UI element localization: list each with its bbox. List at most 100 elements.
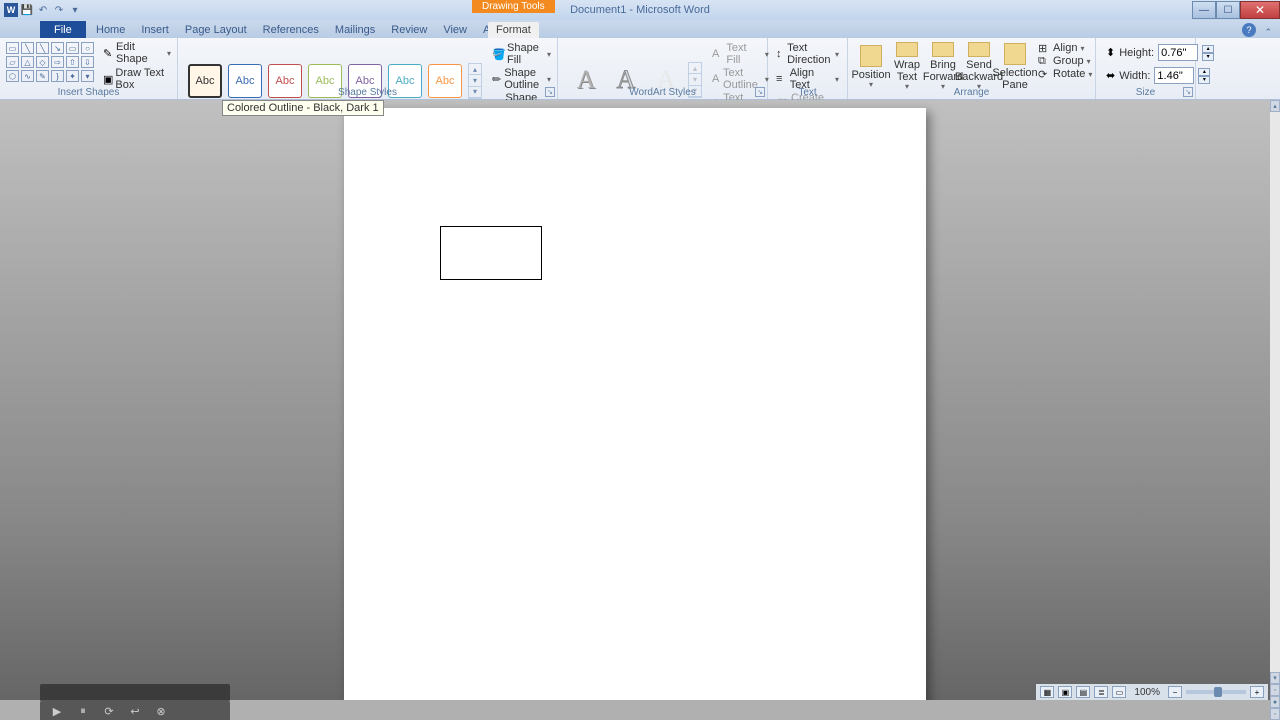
height-input[interactable] <box>1158 44 1198 61</box>
shape-oval-icon[interactable]: ○ <box>81 42 94 54</box>
text-outline-icon: A <box>712 73 720 85</box>
style-thumb-2[interactable]: Abc <box>228 64 262 98</box>
view-outline-icon[interactable]: ≣ <box>1094 686 1108 698</box>
shape-arrow-icon[interactable]: ↘ <box>51 42 64 54</box>
tab-mailings[interactable]: Mailings <box>327 22 383 38</box>
browse-icon[interactable]: ● <box>1270 696 1280 708</box>
view-web-icon[interactable]: ▤ <box>1076 686 1090 698</box>
tab-format[interactable]: Format <box>488 22 539 38</box>
group-button[interactable]: ⧉Group▾ <box>1038 55 1092 67</box>
zoom-thumb[interactable] <box>1214 687 1222 697</box>
shape-triangle-icon[interactable]: △ <box>21 56 34 68</box>
shape-diamond-icon[interactable]: ◇ <box>36 56 49 68</box>
height-up[interactable]: ▴ <box>1202 45 1214 53</box>
shape-line-icon[interactable]: ╲ <box>21 42 34 54</box>
shape-outline-button[interactable]: ✏Shape Outline▾ <box>492 67 551 91</box>
style-thumb-3[interactable]: Abc <box>268 64 302 98</box>
shapes-gallery[interactable]: ▭ ╲ ╲ ↘ ▭ ○ ▱ △ ◇ ⇨ ⇧ ⇩ ⬡ ∿ ✎ } ✦ ▾ <box>4 40 97 92</box>
shape-textbox-icon[interactable]: ▭ <box>6 42 19 54</box>
group-size: ⬍ Height: ▴▾ ⬌ Width: ▴▾ Size ↘ <box>1096 38 1196 99</box>
position-button[interactable]: Position▾ <box>854 42 888 92</box>
view-print-icon[interactable]: ▦ <box>1040 686 1054 698</box>
tab-review[interactable]: Review <box>383 22 435 38</box>
group-label: Arrange <box>954 87 990 98</box>
shape-darrow-icon[interactable]: ⇩ <box>81 56 94 68</box>
tab-page-layout[interactable]: Page Layout <box>177 22 255 38</box>
style-thumb-1[interactable]: Abc <box>188 64 222 98</box>
shape-line2-icon[interactable]: ╲ <box>36 42 49 54</box>
shape-freeform-icon[interactable]: ⬡ <box>6 70 19 82</box>
shape-rarrow-icon[interactable]: ⇨ <box>51 56 64 68</box>
dialog-launcher-size[interactable]: ↘ <box>1183 87 1193 97</box>
wrap-text-button[interactable]: Wrap Text▾ <box>890 42 924 92</box>
shape-star-icon[interactable]: ✦ <box>66 70 79 82</box>
vertical-scrollbar[interactable]: ▴ ▾ ◦ ● ◦ <box>1270 100 1280 720</box>
rotate-button[interactable]: ⟳Rotate▾ <box>1038 68 1092 80</box>
status-overlay <box>40 684 230 702</box>
shape-rect-icon[interactable]: ▭ <box>66 42 79 54</box>
text-direction-button[interactable]: ↕Text Direction▾ <box>776 42 839 66</box>
pause-icon[interactable]: ⏸ <box>76 704 90 718</box>
shape-brace-icon[interactable]: } <box>51 70 64 82</box>
dialog-launcher-wordart[interactable]: ↘ <box>755 87 765 97</box>
tab-home[interactable]: Home <box>88 22 133 38</box>
tab-references[interactable]: References <box>255 22 327 38</box>
style-thumb-4[interactable]: Abc <box>308 64 342 98</box>
edit-shape-button[interactable]: ✎ Edit Shape ▾ <box>101 40 173 66</box>
dialog-launcher-shape-styles[interactable]: ↘ <box>545 87 555 97</box>
media-controls-overlay: ▶ ⏸ ⟳ ↩ ⊗ <box>40 702 230 720</box>
page[interactable] <box>344 108 926 700</box>
selection-pane-button[interactable]: Selection Pane <box>998 42 1032 92</box>
zoom-out-button[interactable]: − <box>1168 686 1182 698</box>
width-input[interactable] <box>1154 67 1194 84</box>
qat-customize-icon[interactable]: ▾ <box>68 3 82 17</box>
zoom-in-button[interactable]: + <box>1250 686 1264 698</box>
next-page-icon[interactable]: ◦ <box>1270 708 1280 720</box>
zoom-slider[interactable] <box>1186 690 1246 694</box>
scroll-down-icon[interactable]: ▾ <box>1270 672 1280 684</box>
rectangle-shape[interactable] <box>440 226 542 280</box>
shape-more-icon[interactable]: ▾ <box>81 70 94 82</box>
reload-icon[interactable]: ⟳ <box>102 704 116 718</box>
width-control[interactable]: ⬌ Width: ▴▾ <box>1106 67 1185 84</box>
minimize-button[interactable]: — <box>1192 1 1216 19</box>
tab-insert[interactable]: Insert <box>133 22 177 38</box>
scroll-up-icon[interactable]: ▴ <box>1270 100 1280 112</box>
view-draft-icon[interactable]: ▭ <box>1112 686 1126 698</box>
zoom-bar: ▦ ▣ ▤ ≣ ▭ 100% − + <box>1036 684 1268 700</box>
app-icon: W <box>4 3 18 17</box>
height-down[interactable]: ▾ <box>1202 53 1214 61</box>
width-down[interactable]: ▾ <box>1198 76 1210 84</box>
qat-save-icon[interactable]: 💾 <box>20 3 34 17</box>
back-icon[interactable]: ↩ <box>128 704 142 718</box>
prev-page-icon[interactable]: ◦ <box>1270 684 1280 696</box>
group-icon: ⧉ <box>1038 55 1050 67</box>
help-icon[interactable]: ? <box>1242 23 1256 37</box>
shape-fill-button[interactable]: 🪣Shape Fill▾ <box>492 42 551 66</box>
wordart-thumb-1[interactable]: A <box>568 62 604 98</box>
tab-view[interactable]: View <box>435 22 475 38</box>
collapse-ribbon-icon[interactable]: ⌃ <box>1264 27 1272 38</box>
shape-scribble-icon[interactable]: ✎ <box>36 70 49 82</box>
group-insert-shapes: ▭ ╲ ╲ ↘ ▭ ○ ▱ △ ◇ ⇨ ⇧ ⇩ ⬡ ∿ ✎ } ✦ ▾ <box>0 38 178 99</box>
close-button[interactable]: ✕ <box>1240 1 1280 19</box>
view-fullscreen-icon[interactable]: ▣ <box>1058 686 1072 698</box>
play-icon[interactable]: ▶ <box>50 704 64 718</box>
maximize-button[interactable]: ☐ <box>1216 1 1240 19</box>
qat-undo-icon[interactable]: ↶ <box>36 3 50 17</box>
height-icon: ⬍ <box>1106 46 1115 59</box>
wrap-icon <box>896 42 918 57</box>
style-thumb-7[interactable]: Abc <box>428 64 462 98</box>
height-control[interactable]: ⬍ Height: ▴▾ <box>1106 44 1185 61</box>
stop-icon[interactable]: ⊗ <box>154 704 168 718</box>
shape-curve-icon[interactable]: ∿ <box>21 70 34 82</box>
send-backward-button[interactable]: Send Backward▾ <box>962 42 996 92</box>
shape-uarrow-icon[interactable]: ⇧ <box>66 56 79 68</box>
align-button[interactable]: ⊞Align▾ <box>1038 42 1092 54</box>
styles-more-button[interactable]: ▴▾▾ <box>468 63 482 99</box>
qat-redo-icon[interactable]: ↷ <box>52 3 66 17</box>
shape-btn7-icon[interactable]: ▱ <box>6 56 19 68</box>
width-up[interactable]: ▴ <box>1198 68 1210 76</box>
fill-icon: 🪣 <box>492 48 504 60</box>
tab-file[interactable]: File <box>40 21 86 38</box>
